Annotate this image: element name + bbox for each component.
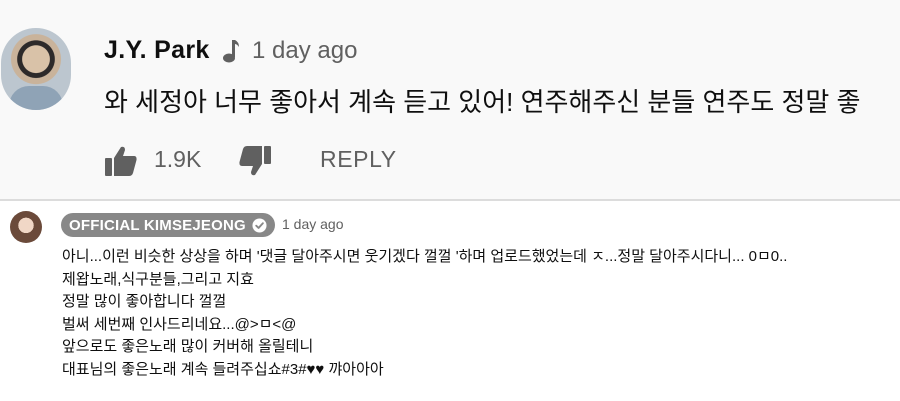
avatar-shirt [9,86,63,110]
like-count: 1.9K [154,146,202,172]
top-comment: J.Y. Park 1 day ago 와 세정아 너무 좋아서 계속 듣고 있… [0,0,900,199]
author-badge[interactable]: OFFICIAL KIMSEJEONG [61,213,275,237]
avatar[interactable] [1,28,71,110]
comment-line: 대표님의 좋은노래 계속 들려주십쇼#3#♥♥ 꺄아아아 [62,360,384,378]
music-note-icon [223,40,239,63]
thumbs-down-icon[interactable] [238,145,272,177]
comment-line: 앞으로도 좋은노래 많이 커버해 올릴테니 [62,338,314,355]
comment-text: 아니...이런 비슷한 상상을 하며 '댓글 달아주시면 웃기겠다 껄껄 '하며… [62,246,892,381]
comment-line: 벌써 세번째 인사드리네요...@>ㅁ<@ [62,315,297,333]
comment-screenshot: J.Y. Park 1 day ago 와 세정아 너무 좋아서 계속 듣고 있… [0,0,900,401]
comment-timestamp[interactable]: 1 day ago [252,37,357,65]
verified-check-icon [252,217,267,233]
reply-button[interactable]: REPLY [320,146,397,173]
avatar[interactable] [10,211,42,243]
reply-comment: OFFICIAL KIMSEJEONG 1 day ago 아니...이런 비슷… [0,201,900,401]
thumbs-up-icon[interactable] [104,145,138,177]
comment-text: 와 세정아 너무 좋아서 계속 듣고 있어! 연주해주신 분들 연주도 정말 좋 [104,87,861,117]
comment-author: OFFICIAL KIMSEJEONG [69,216,246,234]
comment-line: 제왑노래,식구분들,그리고 지효 [62,270,254,288]
comment-author[interactable]: J.Y. Park [104,36,210,65]
comment-line: 아니...이런 비슷한 상상을 하며 '댓글 달아주시면 웃기겠다 껄껄 '하며… [62,248,788,265]
comment-timestamp[interactable]: 1 day ago [282,216,344,232]
comment-line: 정말 많이 좋아합니다 껄껄 [62,293,227,310]
